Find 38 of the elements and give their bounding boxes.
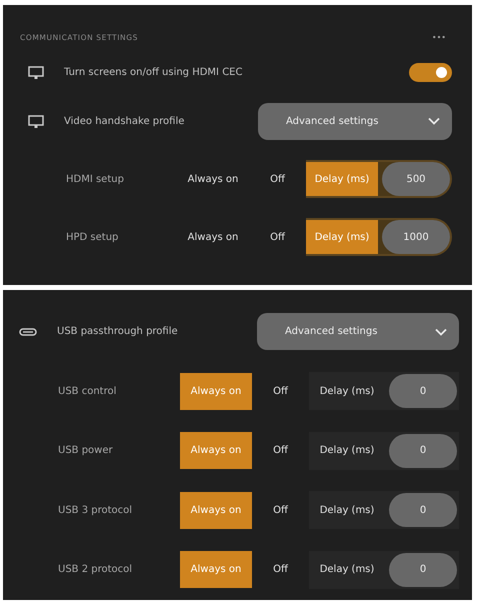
option-button[interactable]: Off bbox=[252, 492, 309, 529]
setting-label: HPD setup bbox=[65, 232, 120, 242]
profile-dropdown[interactable]: Advanced settings bbox=[257, 313, 459, 350]
delay-input-field[interactable]: 0 bbox=[389, 374, 457, 408]
option-button[interactable]: Off bbox=[252, 432, 309, 470]
option-button[interactable]: Always on bbox=[177, 160, 249, 198]
toggle-switch[interactable] bbox=[409, 62, 452, 82]
setting-label: USB 3 protocol bbox=[57, 504, 134, 516]
delay-input-field[interactable]: 0 bbox=[389, 552, 457, 587]
setting-label: Video handshake profile bbox=[64, 116, 186, 126]
option-button[interactable]: Off bbox=[249, 160, 306, 198]
delay-input-field[interactable]: 0 bbox=[389, 493, 457, 528]
option-button[interactable]: Delay (ms) bbox=[309, 491, 385, 530]
setting-label: USB control bbox=[57, 386, 118, 397]
option-button[interactable]: Always on bbox=[180, 372, 252, 410]
option-button[interactable]: Always on bbox=[180, 432, 252, 470]
monitor-icon bbox=[28, 66, 44, 78]
option-button[interactable]: Delay (ms) bbox=[309, 550, 385, 589]
chevron-down-icon bbox=[435, 328, 447, 336]
profile-dropdown[interactable]: Advanced settings bbox=[258, 102, 452, 140]
option-button[interactable]: Off bbox=[252, 372, 309, 410]
more-menu-button[interactable]: ••• bbox=[426, 32, 452, 42]
setting-label: USB power bbox=[57, 445, 114, 456]
option-button[interactable]: Off bbox=[252, 551, 309, 588]
setting-label: USB passthrough profile bbox=[57, 326, 179, 338]
usb-connector-icon bbox=[19, 328, 37, 336]
option-button[interactable]: Delay (ms) bbox=[309, 432, 385, 470]
setting-label: Turn screens on/off using HDMI CEC bbox=[64, 66, 244, 78]
setting-label: HDMI setup bbox=[65, 174, 125, 184]
delay-input-field[interactable]: 0 bbox=[389, 434, 457, 468]
option-button[interactable]: Always on bbox=[177, 218, 249, 256]
setting-label: USB 2 protocol bbox=[57, 564, 134, 576]
chevron-down-icon bbox=[428, 117, 440, 125]
option-button[interactable]: Off bbox=[249, 218, 306, 256]
monitor-icon bbox=[28, 114, 44, 128]
option-button[interactable]: Delay (ms) bbox=[309, 372, 385, 410]
option-button[interactable]: Always on bbox=[180, 551, 252, 588]
option-button[interactable]: Always on bbox=[180, 492, 252, 529]
